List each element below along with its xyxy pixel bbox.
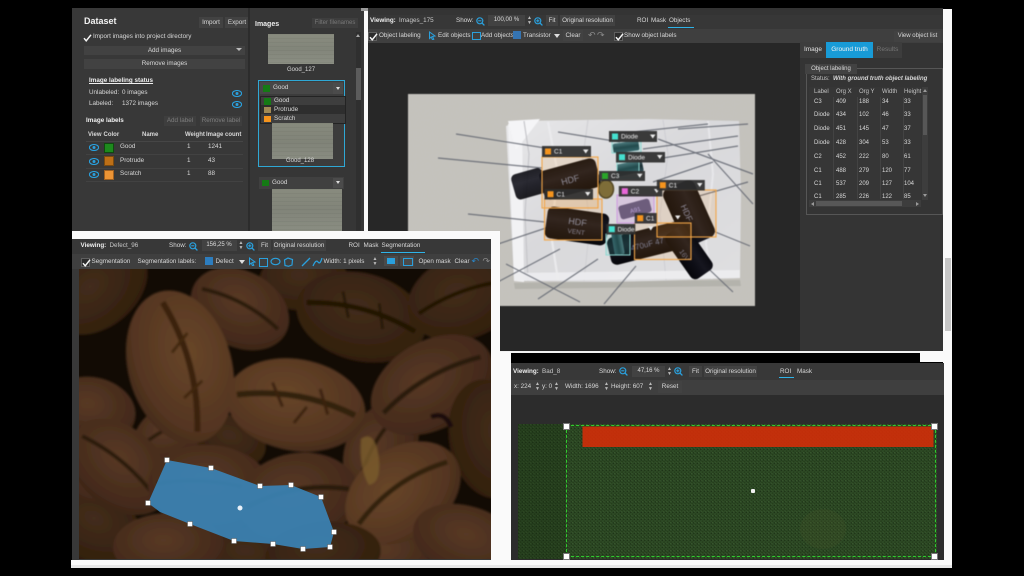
svg-text:Diode: Diode bbox=[621, 134, 638, 141]
svg-text:C3: C3 bbox=[611, 173, 620, 180]
svg-text:C1: C1 bbox=[646, 216, 655, 223]
svg-text:Diode: Diode bbox=[618, 227, 635, 234]
svg-text:Diode: Diode bbox=[628, 155, 645, 162]
svg-text:C2: C2 bbox=[631, 189, 640, 196]
svg-text:C1: C1 bbox=[554, 149, 563, 156]
svg-text:C1: C1 bbox=[669, 183, 678, 190]
svg-text:C1: C1 bbox=[557, 192, 566, 199]
